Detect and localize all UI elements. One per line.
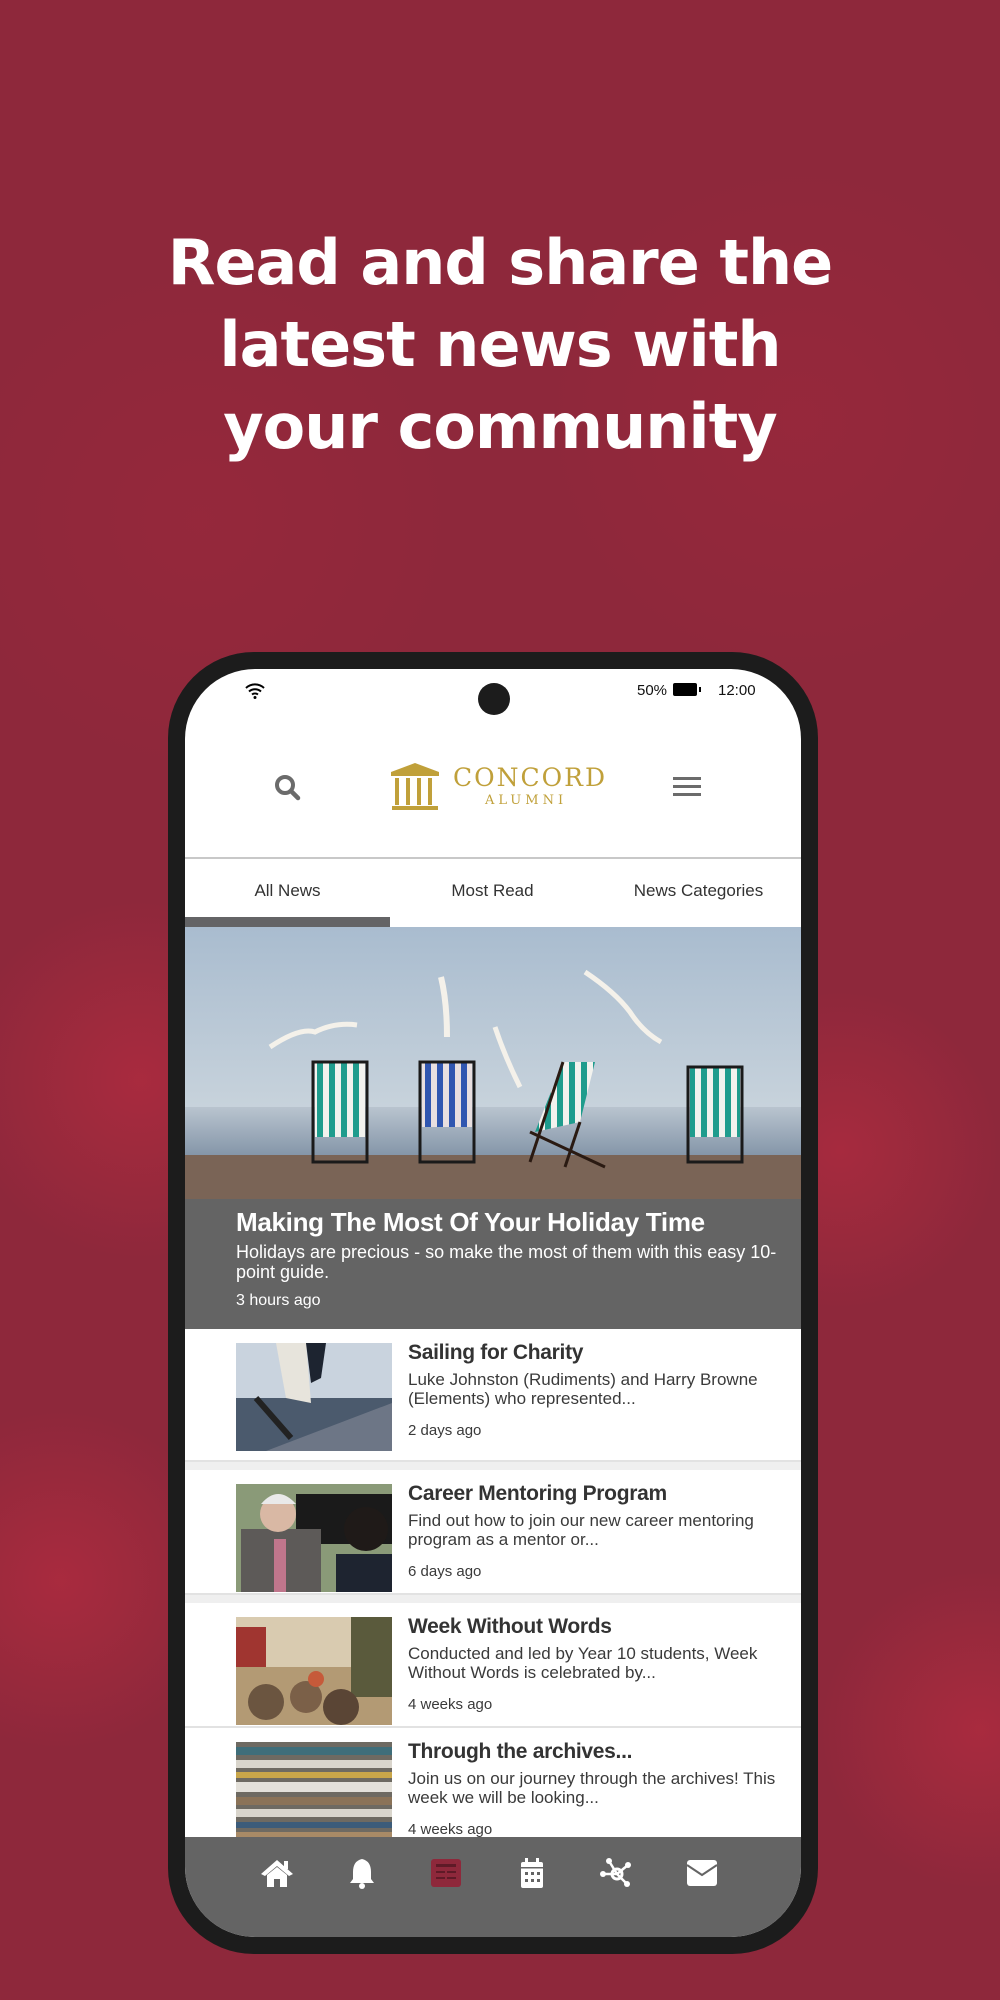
news-description: Find out how to join our new career ment… xyxy=(408,1511,754,1549)
battery-icon xyxy=(673,683,701,696)
headline-line: latest news with xyxy=(219,308,781,381)
news-title: Career Mentoring Program xyxy=(408,1482,667,1505)
news-tabs: All News Most Read News Categories xyxy=(185,859,801,927)
tab-all-news[interactable]: All News xyxy=(185,859,390,927)
wifi-icon xyxy=(245,683,265,699)
logo-name: CONCORD xyxy=(453,763,607,792)
building-icon xyxy=(391,763,439,810)
featured-description: Holidays are precious - so make the most… xyxy=(236,1242,777,1282)
news-text: Through the archives... Join us on our j… xyxy=(408,1740,781,1838)
news-thumbnail-crowd xyxy=(236,1617,392,1725)
calendar-icon[interactable] xyxy=(515,1857,549,1889)
search-icon[interactable] xyxy=(273,773,303,803)
headline-line: Read and share the xyxy=(167,226,833,299)
news-time: 2 days ago xyxy=(408,1422,482,1439)
tab-most-read[interactable]: Most Read xyxy=(390,859,595,927)
app-header: CONCORD ALUMNI xyxy=(185,729,801,859)
featured-time: 3 hours ago xyxy=(236,1292,321,1309)
news-text: Career Mentoring Program Find out how to… xyxy=(408,1482,781,1580)
bell-icon[interactable] xyxy=(345,1857,379,1889)
news-description: Conducted and led by Year 10 students, W… xyxy=(408,1644,758,1682)
mail-icon[interactable] xyxy=(685,1857,719,1889)
news-time: 4 weeks ago xyxy=(408,1696,493,1713)
news-title: Week Without Words xyxy=(408,1615,612,1638)
news-thumbnail-archives xyxy=(236,1742,392,1850)
news-list: Sailing for Charity Luke Johnston (Rudim… xyxy=(185,1329,801,1861)
network-icon[interactable] xyxy=(600,1857,634,1889)
news-description: Join us on our journey through the archi… xyxy=(408,1769,776,1807)
news-item[interactable]: Week Without Words Conducted and led by … xyxy=(185,1595,801,1728)
concord-alumni-logo[interactable]: CONCORD ALUMNI xyxy=(389,761,605,815)
featured-title: Making The Most Of Your Holiday Time xyxy=(236,1207,705,1237)
news-title: Sailing for Charity xyxy=(408,1341,584,1364)
phone-frame: 50% 12:00 CONCORD ALUMNI All News Most R… xyxy=(168,652,818,1954)
bottom-navigation xyxy=(185,1837,801,1937)
news-text: Sailing for Charity Luke Johnston (Rudim… xyxy=(408,1341,781,1439)
menu-bar xyxy=(673,785,701,788)
front-camera xyxy=(478,683,510,715)
battery-percent: 50% xyxy=(637,682,668,699)
featured-caption: Making The Most Of Your Holiday Time Hol… xyxy=(185,1199,801,1329)
news-thumbnail-sailing xyxy=(236,1343,392,1451)
news-description: Luke Johnston (Rudiments) and Harry Brow… xyxy=(408,1370,758,1408)
news-title: Through the archives... xyxy=(408,1740,633,1763)
news-time: 4 weeks ago xyxy=(408,1821,493,1838)
home-icon[interactable] xyxy=(260,1857,294,1889)
featured-article[interactable]: Making The Most Of Your Holiday Time Hol… xyxy=(185,927,801,1329)
menu-bar xyxy=(673,777,701,780)
status-bar: 50% 12:00 xyxy=(185,669,801,729)
news-item[interactable]: Sailing for Charity Luke Johnston (Rudim… xyxy=(185,1329,801,1462)
news-item[interactable]: Career Mentoring Program Find out how to… xyxy=(185,1462,801,1595)
news-thumbnail-mentoring xyxy=(236,1484,392,1592)
promo-headline: Read and share the latest news with your… xyxy=(0,222,1000,468)
phone-screen: 50% 12:00 CONCORD ALUMNI All News Most R… xyxy=(185,669,801,1937)
tab-news-categories[interactable]: News Categories xyxy=(596,859,801,927)
news-time: 6 days ago xyxy=(408,1563,482,1580)
logo-subtitle: ALUMNI xyxy=(485,793,568,808)
menu-bar xyxy=(673,793,701,796)
status-time: 12:00 xyxy=(718,682,756,699)
news-text: Week Without Words Conducted and led by … xyxy=(408,1615,781,1713)
news-icon[interactable] xyxy=(429,1857,463,1889)
headline-line: your community xyxy=(223,390,777,463)
hamburger-menu-icon[interactable] xyxy=(673,777,701,799)
featured-image xyxy=(185,927,801,1199)
